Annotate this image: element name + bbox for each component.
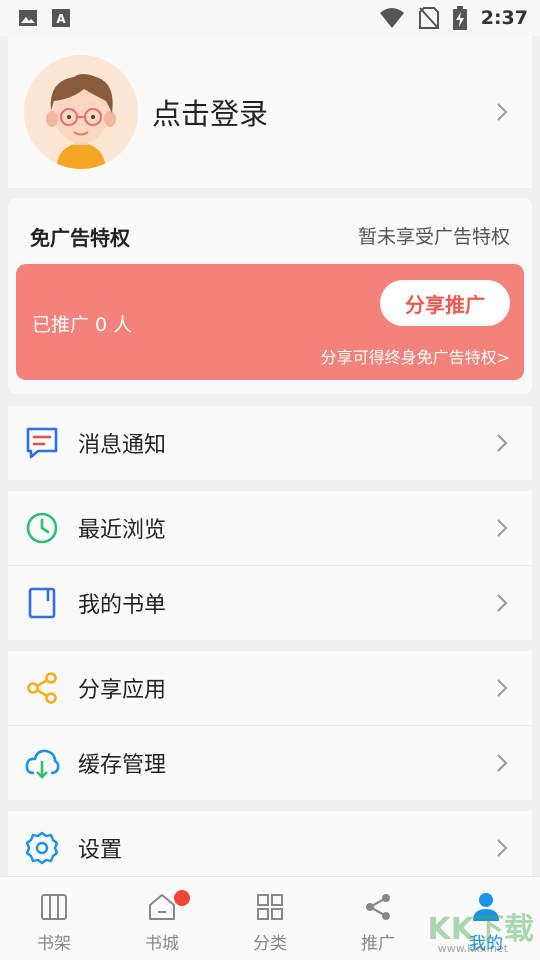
tab-promote[interactable]: 推广 bbox=[324, 877, 432, 960]
menu-item-recent[interactable]: 最近浏览 bbox=[8, 491, 532, 565]
avatar[interactable] bbox=[24, 55, 138, 169]
svg-text:A: A bbox=[56, 12, 66, 26]
menu-item-share-app[interactable]: 分享应用 bbox=[8, 651, 532, 725]
tab-category[interactable]: 分类 bbox=[216, 877, 324, 960]
menu-item-label: 消息通知 bbox=[78, 433, 167, 458]
watermark-url: www.kkx.net bbox=[437, 942, 508, 955]
chevron-right-icon bbox=[497, 679, 508, 697]
font-download-icon: A bbox=[52, 9, 70, 27]
message-icon bbox=[26, 427, 58, 459]
no-sim-icon bbox=[418, 7, 439, 29]
book-icon bbox=[28, 587, 56, 619]
notification-badge bbox=[174, 890, 190, 906]
status-bar: A 2:37 bbox=[0, 0, 540, 36]
clock-icon bbox=[26, 512, 58, 544]
menu-item-label: 最近浏览 bbox=[78, 518, 167, 543]
share-icon bbox=[366, 894, 390, 920]
menu-item-messages[interactable]: 消息通知 bbox=[8, 406, 532, 480]
battery-charging-icon bbox=[452, 6, 467, 30]
settings-icon bbox=[25, 831, 59, 865]
share-promote-button[interactable]: 分享推广 bbox=[380, 280, 510, 326]
chevron-right-icon bbox=[497, 519, 508, 537]
category-icon bbox=[257, 894, 283, 920]
menu-item-label: 缓存管理 bbox=[78, 753, 167, 778]
menu-item-label: 设置 bbox=[78, 838, 123, 863]
ad-free-title: 免广告特权 bbox=[30, 226, 130, 250]
chevron-right-icon bbox=[497, 434, 508, 452]
chevron-right-icon bbox=[497, 754, 508, 772]
menu-item-cache[interactable]: 缓存管理 bbox=[8, 726, 532, 800]
menu-item-label: 分享应用 bbox=[78, 678, 167, 703]
menu-item-settings[interactable]: 设置 bbox=[8, 811, 532, 885]
tab-label: 书城 bbox=[145, 934, 179, 954]
login-label[interactable]: 点击登录 bbox=[152, 91, 490, 133]
tab-label: 推广 bbox=[361, 934, 395, 954]
avatar-illustration bbox=[24, 55, 138, 169]
status-time: 2:37 bbox=[480, 7, 528, 29]
share-icon bbox=[27, 672, 57, 704]
ad-free-banner: 已推广 0 人 分享推广 分享可得终身免广告特权> bbox=[16, 264, 524, 380]
tab-bookstore[interactable]: 书城 bbox=[108, 877, 216, 960]
menu-item-booklist[interactable]: 我的书单 bbox=[8, 566, 532, 640]
tab-label: 分类 bbox=[253, 934, 287, 954]
menu-item-label: 我的书单 bbox=[78, 593, 167, 618]
cloud-download-icon bbox=[25, 749, 60, 779]
chevron-right-icon bbox=[497, 839, 508, 857]
image-icon bbox=[19, 10, 37, 26]
wifi-icon bbox=[379, 8, 404, 28]
ad-free-status: 暂未享受广告特权 bbox=[357, 226, 510, 248]
tab-bookshelf[interactable]: 书架 bbox=[0, 877, 108, 960]
ad-free-card: 免广告特权 暂未享受广告特权 已推广 0 人 分享推广 分享可得终身免广告特权> bbox=[8, 198, 532, 394]
promoted-count: 已推广 0 人 bbox=[32, 314, 133, 336]
tab-label: 书架 bbox=[37, 934, 71, 954]
bookshelf-icon bbox=[41, 894, 67, 920]
chevron-right-icon bbox=[497, 103, 508, 121]
profile-login-row[interactable]: 点击登录 bbox=[8, 36, 532, 188]
ad-free-hint-link[interactable]: 分享可得终身免广告特权> bbox=[321, 344, 510, 368]
chevron-right-icon bbox=[497, 594, 508, 612]
